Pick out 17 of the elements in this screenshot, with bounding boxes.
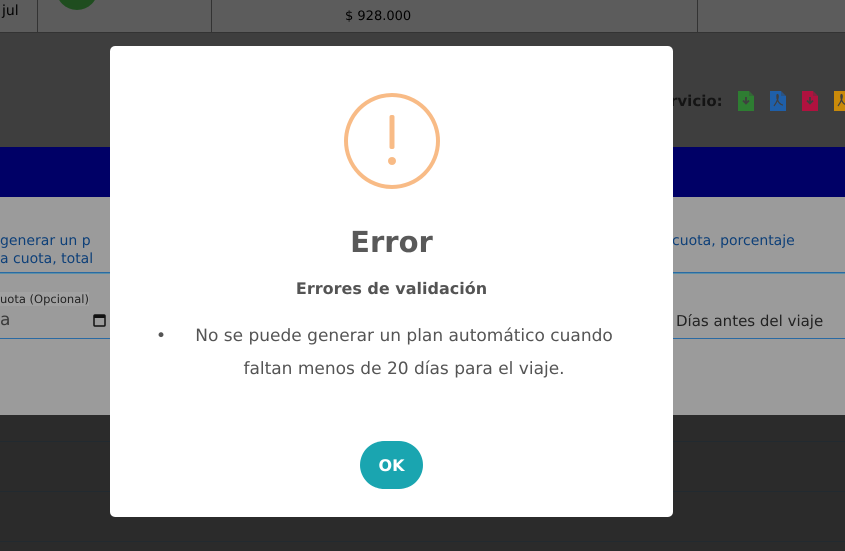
dialog-subtitle: Errores de validación — [296, 279, 488, 298]
ok-button[interactable]: OK — [360, 441, 423, 489]
dialog-title: Error — [350, 225, 433, 259]
date-field[interactable]: uota (Opcional) a — [0, 273, 110, 338]
warning-icon — [344, 93, 440, 189]
file-download-icon[interactable] — [800, 90, 819, 112]
calendar-icon[interactable] — [93, 313, 106, 327]
notice-text: cuota, porcentaje — [672, 233, 796, 249]
pdf-file-icon[interactable] — [768, 90, 787, 112]
notice-text: generar un p — [0, 233, 92, 249]
file-download-icon[interactable] — [736, 90, 755, 112]
bullet-mark: • — [156, 325, 166, 348]
notice-text: a cuota, total — [0, 251, 94, 267]
field-label: uota (Opcional) — [0, 292, 89, 306]
error-message: No se puede generar un plan automático cuando faltan menos de 20 días para el viaje. — [194, 325, 614, 381]
month-label: jul — [2, 3, 19, 19]
amount-text: $ 928.000 — [345, 9, 412, 24]
